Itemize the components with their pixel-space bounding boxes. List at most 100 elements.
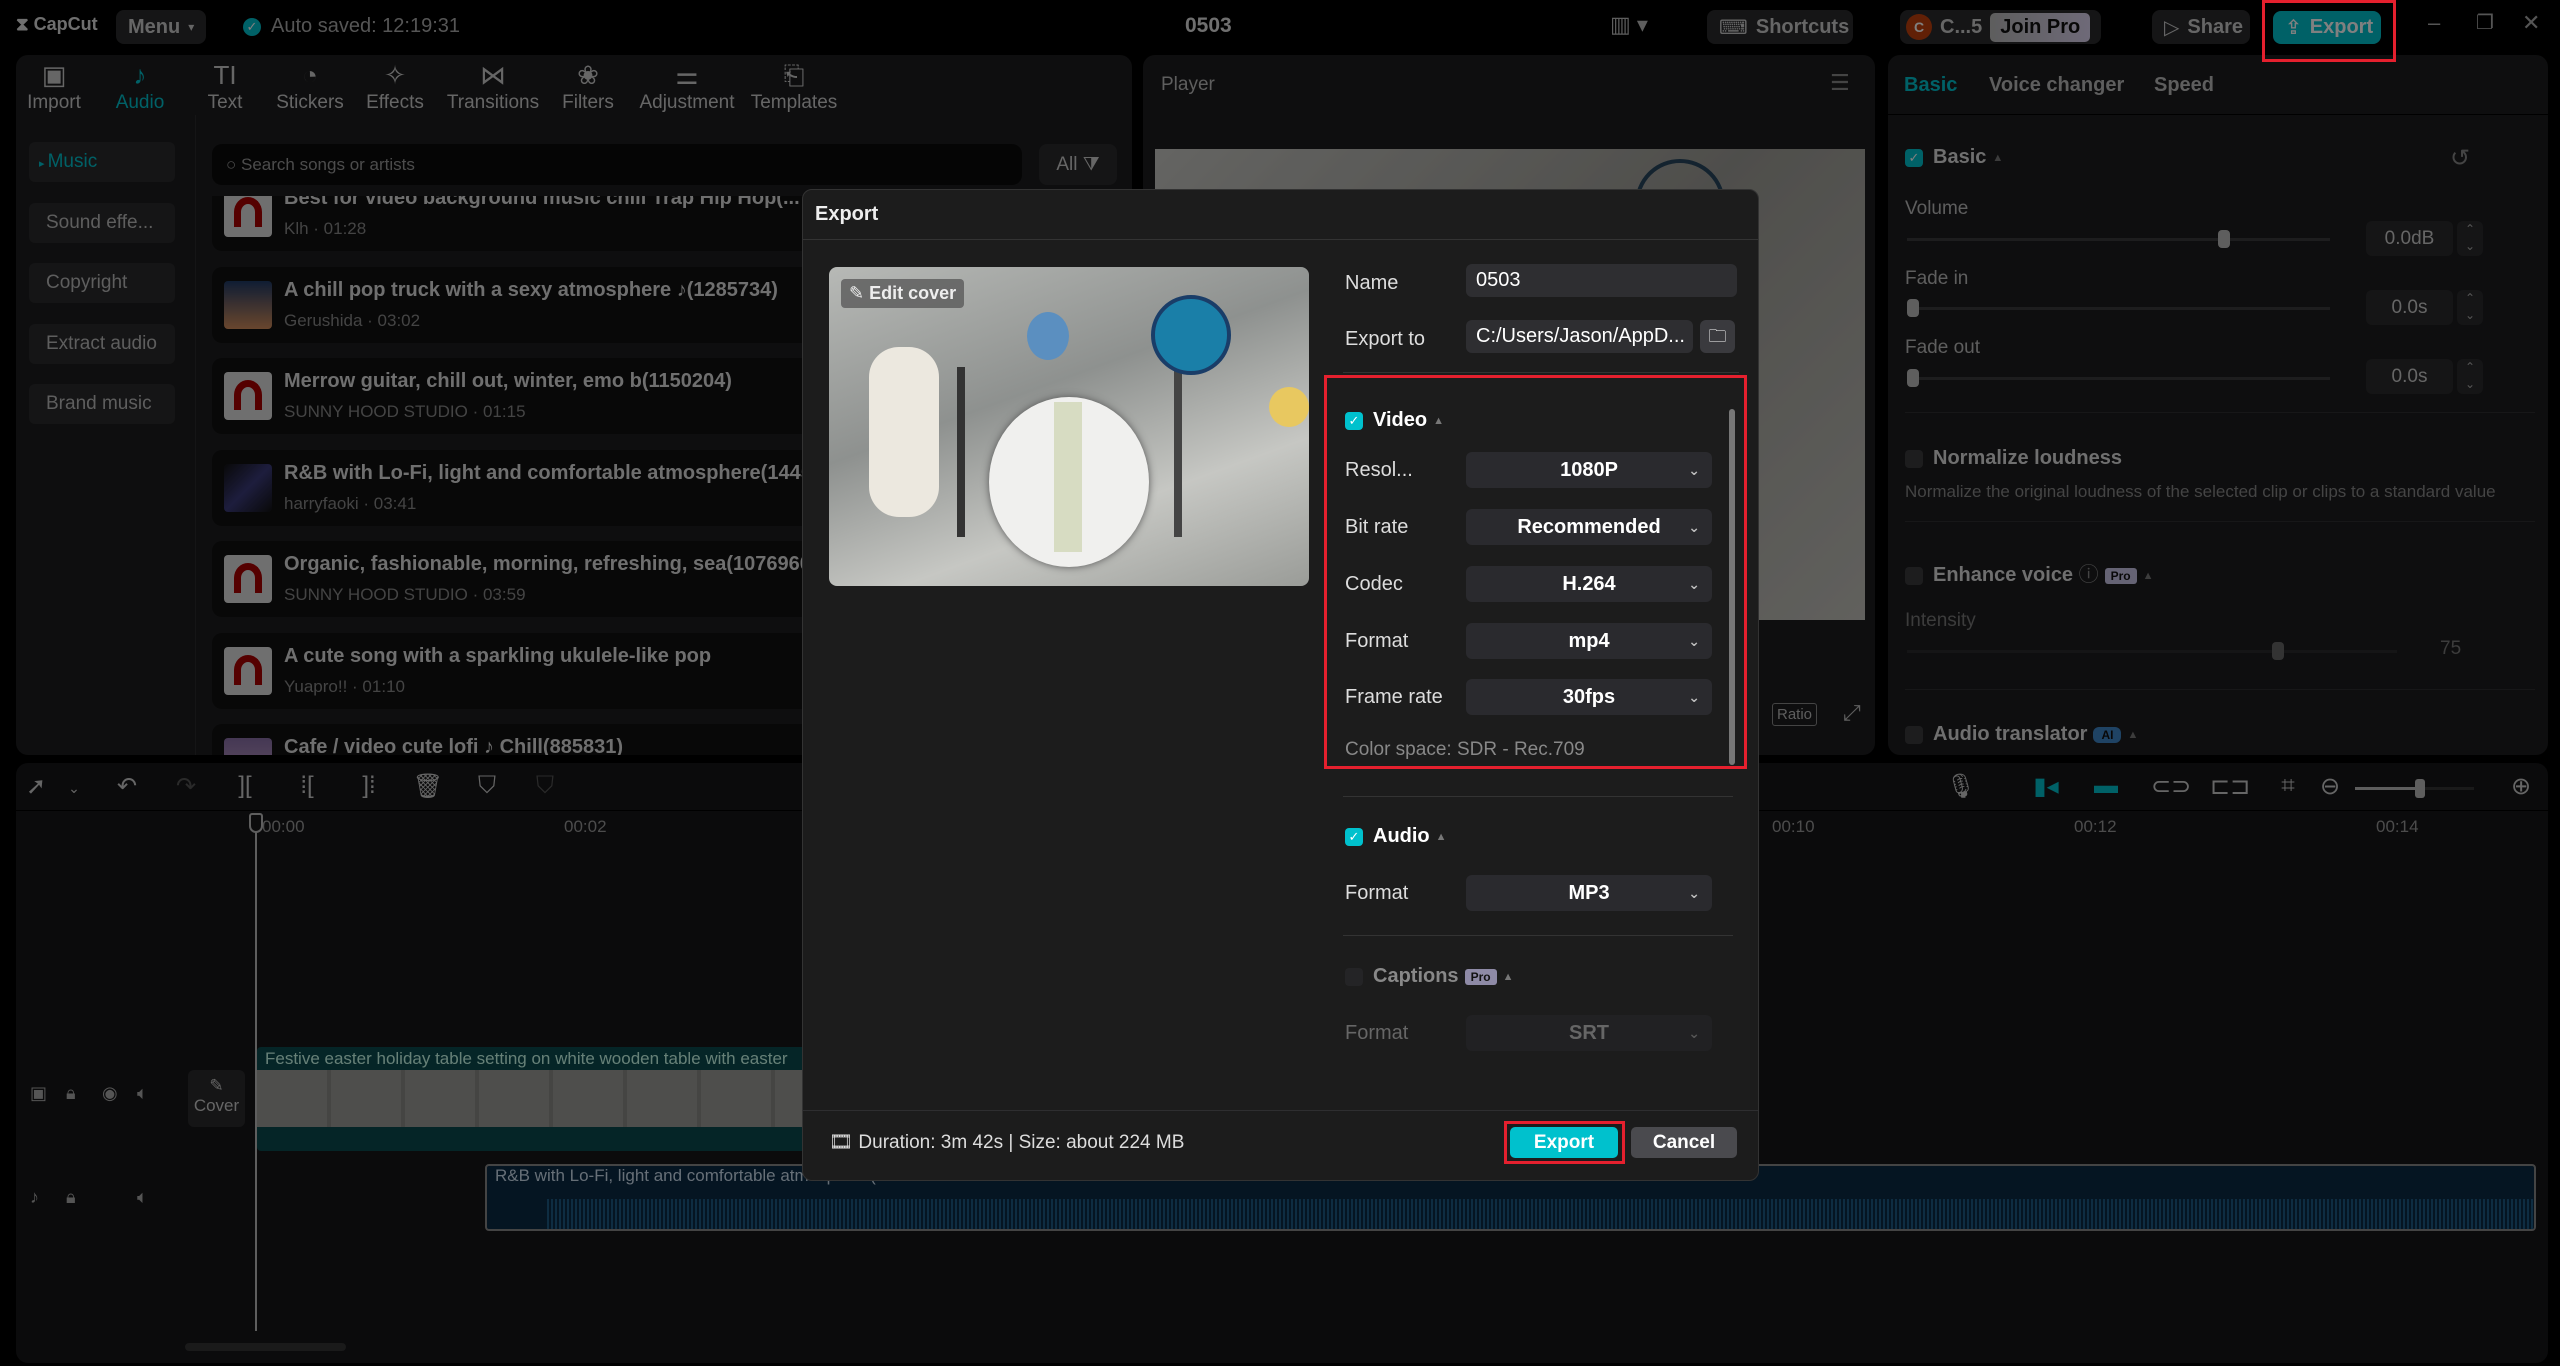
slider-handle[interactable] [2218, 230, 2231, 248]
lock-icon[interactable]: 🔒︎ [66, 1083, 76, 1104]
slider-handle[interactable] [1907, 299, 1919, 317]
layout-icon[interactable]: ▥ ▾ [1610, 12, 1648, 38]
eye-icon[interactable]: ◉ [102, 1083, 118, 1104]
audio-format-select[interactable]: MP3 ⌄ [1466, 875, 1712, 911]
share-button[interactable]: ▷ Share [2152, 10, 2250, 44]
delete-icon[interactable]: 🗑 [412, 772, 444, 801]
song-title: Merrow guitar, chill out, winter, emo b(… [284, 370, 732, 392]
export-to-label: Export to [1345, 328, 1426, 350]
timeline-scrollbar[interactable] [185, 1343, 346, 1351]
fade-out-label: Fade out [1905, 337, 1980, 358]
fade-in-slider[interactable] [1907, 299, 2330, 317]
fade-out-slider[interactable] [1907, 369, 2330, 387]
tab-templates[interactable]: ⎗ Templates [744, 58, 844, 114]
inspector-tab-voice-changer[interactable]: Voice changer [1989, 74, 2124, 97]
tab-label: Text [207, 92, 243, 113]
export-path-field[interactable]: C:/Users/Jason/AppD... [1466, 320, 1693, 353]
edit-cover-button[interactable]: ✎ Edit cover [841, 279, 965, 308]
logo-text: CapCut [33, 14, 98, 34]
player-menu-icon[interactable]: ☰ [1830, 70, 1850, 96]
filter-button[interactable]: All ⧩ [1039, 144, 1117, 185]
undo-icon[interactable]: ↶ [111, 772, 143, 801]
tab-effects[interactable]: ✧ Effects [345, 58, 445, 114]
volume-value[interactable]: 0.0dB [2366, 221, 2453, 256]
search-placeholder: Search songs or artists [241, 155, 415, 174]
volume-stepper[interactable]: ⌃ ⌄ [2457, 221, 2483, 256]
split-icon[interactable]: ][ [229, 772, 261, 800]
account-pill[interactable]: C C...5 Join Pro [1900, 10, 2101, 44]
section-divider [1343, 935, 1733, 936]
tab-filters[interactable]: ❀ Filters [538, 58, 638, 114]
trim-left-icon[interactable]: ⁞[ [291, 772, 323, 800]
audio-format-value: MP3 [1568, 882, 1610, 904]
ratio-button[interactable]: Ratio [1772, 703, 1818, 726]
templates-icon: ⎗ [783, 60, 805, 90]
link-icon[interactable]: ⊂⊃ [2151, 772, 2191, 801]
cover-preview[interactable]: ✎ Edit cover [829, 267, 1309, 586]
menu-button[interactable]: Menu ▾ [116, 10, 207, 44]
audio-section-header[interactable]: ✓ Audio ▲ [1345, 825, 1447, 848]
checkbox-icon[interactable] [1905, 449, 1923, 468]
captions-section-header[interactable]: Captions Pro ▲ [1345, 965, 1513, 988]
checkbox-icon[interactable] [1905, 725, 1923, 744]
chevron-down-icon[interactable]: ⌄ [58, 780, 90, 797]
tab-import[interactable]: ▣ Import [4, 58, 104, 114]
caret-up-icon: ▲ [2127, 728, 2139, 741]
linkage-icon[interactable]: ▬ [2090, 772, 2122, 800]
maximize-button[interactable]: ❐ [2476, 10, 2494, 35]
fade-out-stepper[interactable]: ⌃ ⌄ [2457, 359, 2483, 394]
reset-icon[interactable]: ↺ [2450, 144, 2470, 173]
enhance-voice-toggle[interactable]: Enhance voice ⓘ Pro ▲ [1905, 558, 2154, 587]
inspector-tab-basic[interactable]: Basic [1904, 74, 1957, 97]
cover-label: Cover [193, 1096, 240, 1115]
split-preview-icon[interactable]: ⊏⊐ [2210, 772, 2250, 801]
folder-browse-button[interactable]: 🗀 [1700, 320, 1735, 353]
auto-snap-icon[interactable]: ▮◂ [2030, 772, 2062, 801]
captions-section-label: Captions [1373, 965, 1459, 987]
zoom-slider[interactable] [2355, 779, 2474, 798]
tab-transitions[interactable]: ⋈ Transitions [443, 58, 543, 114]
speaker-icon[interactable]: 🔈︎ [137, 1187, 148, 1208]
sidebar-item[interactable]: ▸ Music [29, 142, 175, 182]
song-meta: Gerushida · 03:02 [284, 310, 421, 330]
join-pro-button[interactable]: Join Pro [1990, 12, 2091, 42]
cancel-button[interactable]: Cancel [1631, 1127, 1737, 1158]
trim-right-icon[interactable]: ]⁞ [353, 772, 385, 800]
help-icon[interactable]: ⓘ [2079, 564, 2099, 586]
fullscreen-icon[interactable]: ⤢ [1843, 700, 1861, 726]
normalize-loudness-toggle[interactable]: Normalize loudness [1905, 447, 2122, 470]
volume-slider[interactable] [1907, 230, 2330, 248]
zoom-in-icon[interactable]: ⊕ [2505, 772, 2537, 801]
ruler-label: 00:10 [1772, 817, 1815, 836]
captions-checkbox[interactable] [1345, 967, 1363, 986]
lock-icon[interactable]: 🔒︎ [66, 1187, 76, 1208]
speaker-icon[interactable]: 🔈︎ [137, 1083, 148, 1104]
fade-out-value[interactable]: 0.0s [2366, 359, 2453, 394]
search-input[interactable]: ○ Search songs or artists [212, 144, 1022, 185]
select-tool-icon[interactable]: ➚ [20, 772, 52, 801]
shortcuts-button[interactable]: ⌨ Shortcuts [1707, 10, 1853, 44]
minimize-button[interactable]: – [2428, 10, 2440, 36]
share-icon: ▷ [2164, 16, 2180, 39]
microphone-icon[interactable]: 🎙 [1945, 772, 1977, 801]
checkbox-icon[interactable] [1905, 566, 1923, 585]
fade-in-stepper[interactable]: ⌃ ⌄ [2457, 290, 2483, 325]
cover-button[interactable]: ✎ Cover [188, 1070, 245, 1127]
zoom-out-icon[interactable]: ⊖ [2314, 772, 2346, 801]
ruler-zoom-icon[interactable]: ⌗ [2272, 772, 2304, 800]
inspector-tab-speed[interactable]: Speed [2154, 74, 2214, 97]
audio-translator-toggle[interactable]: Audio translator AI ▲ [1905, 723, 2138, 746]
slider-handle[interactable] [1907, 369, 1919, 387]
audio-checkbox[interactable]: ✓ [1345, 827, 1363, 846]
fade-in-value[interactable]: 0.0s [2366, 290, 2453, 325]
edit-cover-label: Edit cover [869, 283, 957, 303]
tab-label: Stickers [276, 92, 344, 113]
checkbox-icon[interactable]: ✓ [1905, 148, 1923, 167]
slider-handle[interactable] [2415, 779, 2425, 798]
ai-shield-icon[interactable]: ⛉ [471, 772, 503, 800]
tab-adjustment[interactable]: ⚌ Adjustment [637, 58, 737, 114]
close-button[interactable]: ✕ [2522, 10, 2540, 36]
name-input[interactable] [1466, 264, 1737, 297]
basic-section-label: Basic [1933, 146, 1987, 168]
basic-section-header[interactable]: ✓ Basic ▲ [1905, 146, 2003, 169]
